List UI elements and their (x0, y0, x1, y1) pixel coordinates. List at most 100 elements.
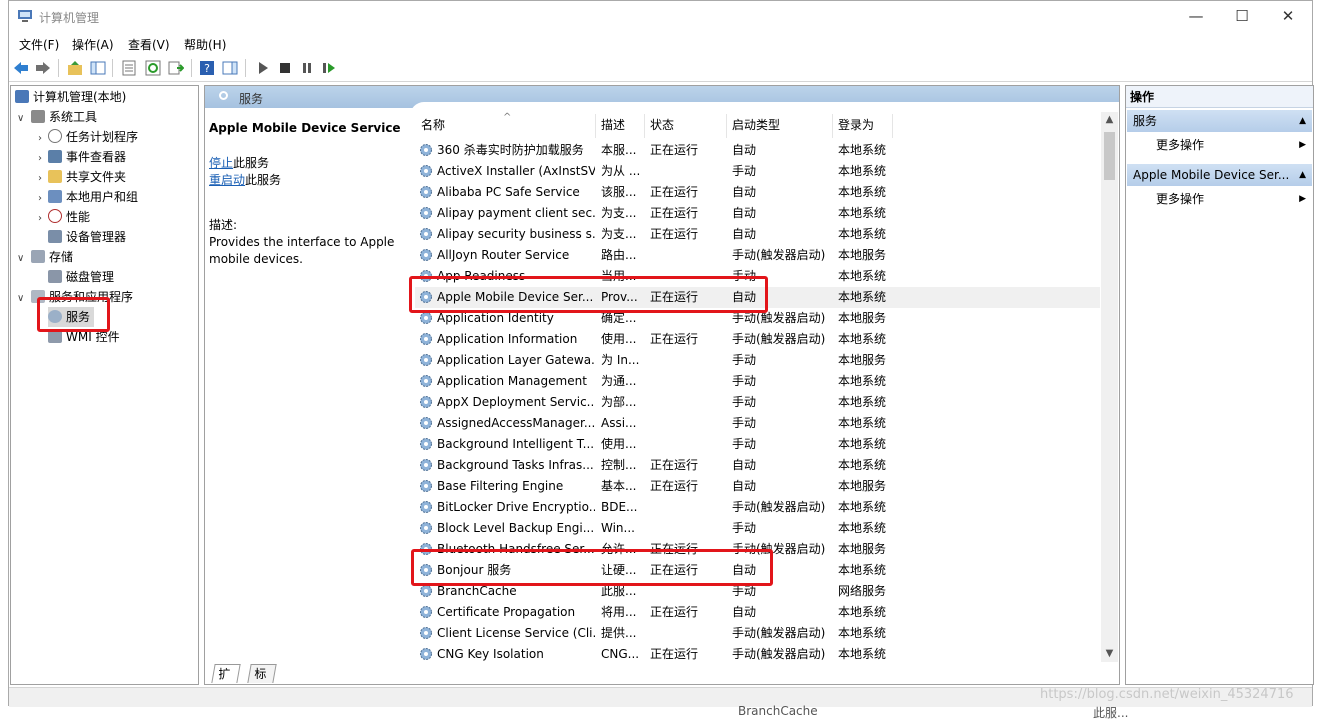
service-row[interactable]: 360 杀毒实时防护加载服务 本服... 正在运行 自动 本地系统 (415, 140, 1100, 161)
service-logon-cell: 本地系统 (838, 395, 887, 409)
menu-file[interactable]: 文件(F) (19, 36, 59, 53)
service-row[interactable]: Background Tasks Infras... 控制... 正在运行 自动 本地系… (415, 455, 1100, 476)
service-row[interactable]: Block Level Backup Engi... Win... 手动 本地系统 (415, 518, 1100, 539)
collapsed-chevron-icon[interactable]: › (38, 129, 48, 149)
refresh-icon[interactable] (145, 60, 161, 76)
help-icon[interactable]: ? (199, 60, 215, 76)
show-hide-tree-icon[interactable] (90, 60, 106, 76)
service-row[interactable]: AssignedAccessManager... Assi... 手动 本地系统 (415, 413, 1100, 434)
service-status-cell: 正在运行 (650, 227, 699, 241)
expanded-chevron-icon[interactable]: ∨ (17, 109, 27, 129)
service-row[interactable]: Application Layer Gatewa... 为 In... 手动 本地服务 (415, 350, 1100, 371)
restart-service-link[interactable]: 重启动 (209, 173, 245, 187)
actions-section-services[interactable]: 服务 ▲ (1127, 110, 1312, 132)
tree-item-label: 本地用户和组 (66, 190, 139, 204)
pause-service-icon[interactable] (299, 60, 315, 76)
more-actions-services[interactable]: 更多操作 ▶ (1156, 135, 1306, 155)
service-row[interactable]: Alipay security business s... 为支... 正在运行 自动… (415, 224, 1100, 245)
up-folder-icon[interactable] (67, 60, 83, 76)
tree-item-storage[interactable]: ∨ 存储 (17, 247, 73, 267)
search-icon (219, 91, 228, 100)
service-name-cell: Client License Service (Cli... (437, 626, 595, 640)
service-logon-cell: 本地服务 (838, 311, 887, 325)
service-gear-icon (420, 165, 432, 177)
column-header-logon[interactable]: 登录为 (838, 116, 874, 136)
service-desc-cell: 路由... (601, 248, 637, 262)
scroll-down-icon[interactable]: ▼ (1101, 646, 1118, 662)
restart-service-icon[interactable] (321, 60, 337, 76)
tree-item-label: 共享文件夹 (66, 170, 127, 184)
service-startup-cell: 手动 (732, 374, 757, 388)
service-logon-cell: 本地服务 (838, 353, 887, 367)
service-row[interactable]: Background Intelligent T... 使用... 手动 本地系统 (415, 434, 1100, 455)
tree-item-system-tools[interactable]: ∨ 系统工具 (17, 107, 97, 127)
service-name-cell: 360 杀毒实时防护加载服务 (437, 143, 584, 157)
tree-item-task-scheduler[interactable]: › 任务计划程序 (38, 127, 138, 147)
vertical-scrollbar[interactable]: ▲ ▼ (1101, 112, 1118, 662)
expanded-chevron-icon[interactable]: ∨ (17, 249, 27, 269)
collapsed-chevron-icon[interactable]: › (38, 189, 48, 209)
stop-service-icon[interactable] (277, 60, 293, 76)
service-desc-cell: 使用... (601, 437, 637, 451)
collapsed-chevron-icon[interactable]: › (38, 149, 48, 169)
service-row[interactable]: BitLocker Drive Encryptio... BDE... 手动(触发器… (415, 497, 1100, 518)
column-header-desc[interactable]: 描述 (601, 116, 625, 136)
more-actions-selected-service[interactable]: 更多操作 ▶ (1156, 189, 1306, 209)
service-logon-cell: 本地系统 (838, 143, 887, 157)
service-row[interactable]: Client License Service (Cli... 提供... 手动(触发… (415, 623, 1100, 644)
menu-action[interactable]: 操作(A) (72, 36, 114, 53)
tools-icon (31, 110, 45, 123)
properties-icon[interactable] (121, 60, 137, 76)
tree-item-shared-folders[interactable]: › 共享文件夹 (38, 167, 126, 187)
column-header-status[interactable]: 状态 (650, 116, 674, 136)
tree-item-performance[interactable]: › 性能 (38, 207, 90, 227)
start-service-icon[interactable] (255, 60, 271, 76)
device-manager-icon (48, 230, 62, 243)
service-gear-icon (420, 480, 432, 492)
collapse-caret-icon[interactable]: ▲ (1299, 110, 1306, 132)
service-row[interactable]: Alibaba PC Safe Service 该服... 正在运行 自动 本地系统 (415, 182, 1100, 203)
service-row[interactable]: CNG Key Isolation CNG... 正在运行 手动(触发器启动) 本地系统 (415, 644, 1100, 665)
service-row[interactable]: AllJoyn Router Service 路由... 手动(触发器启动) 本地服务 (415, 245, 1100, 266)
collapse-caret-icon[interactable]: ▲ (1299, 164, 1306, 186)
service-name-cell: AllJoyn Router Service (437, 248, 570, 262)
minimize-button[interactable]: — (1173, 1, 1219, 33)
column-header-startup[interactable]: 启动类型 (732, 116, 780, 136)
menu-view[interactable]: 查看(V) (128, 36, 170, 53)
tree-item-device-manager[interactable]: 设备管理器 (48, 227, 126, 247)
column-divider (644, 114, 645, 138)
close-button[interactable]: ✕ (1265, 1, 1311, 33)
tree-item-root[interactable]: 计算机管理(本地) (15, 87, 126, 107)
service-status-cell: 正在运行 (650, 143, 699, 157)
scroll-up-icon[interactable]: ▲ (1101, 112, 1118, 128)
tab-standard[interactable]: 标准 (247, 664, 277, 683)
tab-extended[interactable]: 扩展 (211, 664, 241, 683)
service-row[interactable]: AppX Deployment Servic... 为部... 手动 本地系统 (415, 392, 1100, 413)
service-row[interactable]: Base Filtering Engine 基本... 正在运行 自动 本地服务 (415, 476, 1100, 497)
service-row[interactable]: Alipay payment client sec... 为支... 正在运行 自动 本… (415, 203, 1100, 224)
collapsed-chevron-icon[interactable]: › (38, 209, 48, 229)
service-desc-cell: BDE... (601, 500, 638, 514)
service-logon-cell: 本地系统 (838, 185, 887, 199)
menu-help[interactable]: 帮助(H) (184, 36, 226, 53)
service-row[interactable]: Application Information 使用... 正在运行 手动(触发器启动… (415, 329, 1100, 350)
tree-item-disk-management[interactable]: 磁盘管理 (48, 267, 114, 287)
maximize-button[interactable]: ☐ (1219, 1, 1265, 33)
expanded-chevron-icon[interactable]: ∨ (17, 289, 27, 309)
service-row[interactable]: Application Management 为通... 手动 本地系统 (415, 371, 1100, 392)
tree-item-local-users[interactable]: › 本地用户和组 (38, 187, 138, 207)
stop-service-link[interactable]: 停止 (209, 156, 233, 170)
action-pane-icon[interactable] (222, 60, 238, 76)
column-header-name[interactable]: 名称 (421, 116, 445, 136)
scroll-thumb[interactable] (1104, 132, 1115, 180)
export-list-icon[interactable] (168, 60, 184, 76)
service-logon-cell: 本地系统 (838, 269, 887, 283)
service-row[interactable]: ActiveX Installer (AxInstSV) 为从 ... 手动 本地系统 (415, 161, 1100, 182)
service-row[interactable]: Certificate Propagation 将用... 正在运行 自动 本地系统 (415, 602, 1100, 623)
back-arrow-icon[interactable] (13, 60, 29, 76)
forward-arrow-icon[interactable] (35, 60, 51, 76)
actions-section-selected-service[interactable]: Apple Mobile Device Ser... ▲ (1127, 164, 1312, 186)
column-divider (595, 114, 596, 138)
collapsed-chevron-icon[interactable]: › (38, 169, 48, 189)
tree-item-event-viewer[interactable]: › 事件查看器 (38, 147, 126, 167)
